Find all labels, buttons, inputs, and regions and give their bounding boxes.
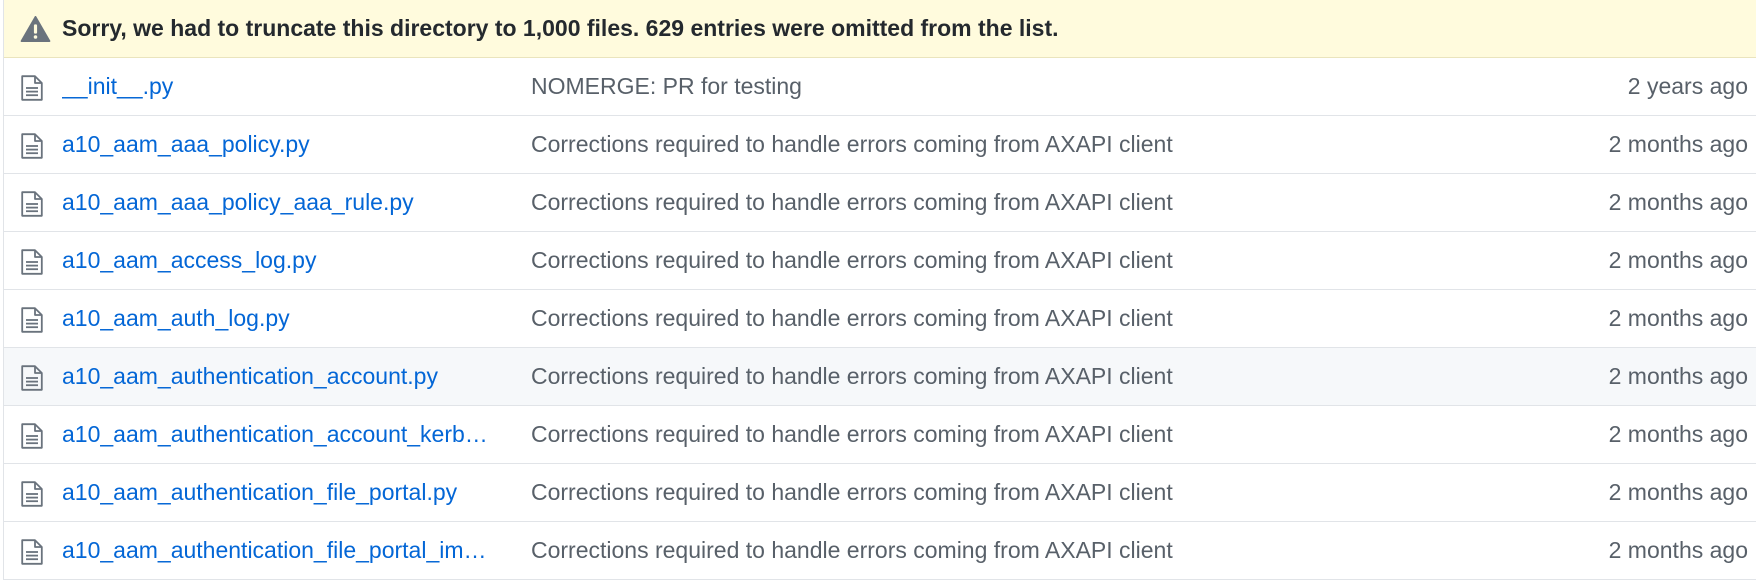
file-rows: __init__.py NOMERGE: PR for testing 2 ye… (4, 58, 1756, 580)
commit-message-link[interactable]: Corrections required to handle errors co… (531, 247, 1431, 274)
commit-message-link[interactable]: NOMERGE: PR for testing (531, 73, 1431, 100)
commit-age: 2 months ago (1608, 363, 1748, 389)
file-row[interactable]: a10_aam_access_log.py Corrections requir… (4, 232, 1756, 290)
commit-age: 2 months ago (1608, 189, 1748, 215)
truncation-notice: Sorry, we had to truncate this directory… (4, 0, 1756, 58)
file-icon (21, 423, 43, 449)
file-row[interactable]: a10_aam_authentication_file_portal_im… C… (4, 522, 1756, 580)
file-row[interactable]: a10_aam_authentication_account_kerb… Cor… (4, 406, 1756, 464)
file-row[interactable]: a10_aam_authentication_account.py Correc… (4, 348, 1756, 406)
commit-message-link[interactable]: Corrections required to handle errors co… (531, 363, 1431, 390)
file-icon (21, 539, 43, 565)
file-row[interactable]: a10_aam_auth_log.py Corrections required… (4, 290, 1756, 348)
file-icon (21, 481, 43, 507)
file-icon (21, 249, 43, 275)
file-name-link[interactable]: a10_aam_authentication_file_portal.py (62, 479, 510, 506)
file-name-link[interactable]: a10_aam_auth_log.py (62, 305, 510, 332)
commit-message-link[interactable]: Corrections required to handle errors co… (531, 131, 1431, 158)
file-name-link[interactable]: a10_aam_authentication_account.py (62, 363, 510, 390)
commit-age: 2 months ago (1608, 247, 1748, 273)
file-row[interactable]: a10_aam_authentication_file_portal.py Co… (4, 464, 1756, 522)
commit-age: 2 months ago (1608, 479, 1748, 505)
commit-age: 2 months ago (1608, 305, 1748, 331)
commit-message-link[interactable]: Corrections required to handle errors co… (531, 479, 1431, 506)
file-row[interactable]: a10_aam_aaa_policy.py Corrections requir… (4, 116, 1756, 174)
truncation-notice-text: Sorry, we had to truncate this directory… (62, 15, 1059, 41)
file-icon (21, 307, 43, 333)
file-name-link[interactable]: a10_aam_aaa_policy.py (62, 131, 510, 158)
commit-age: 2 months ago (1608, 537, 1748, 563)
alert-icon (20, 15, 51, 42)
commit-message-link[interactable]: Corrections required to handle errors co… (531, 305, 1431, 332)
file-icon (21, 133, 43, 159)
commit-age: 2 months ago (1608, 131, 1748, 157)
file-icon (21, 75, 43, 101)
file-row[interactable]: __init__.py NOMERGE: PR for testing 2 ye… (4, 58, 1756, 116)
file-name-link[interactable]: __init__.py (62, 73, 510, 100)
commit-age: 2 months ago (1608, 421, 1748, 447)
commit-age: 2 years ago (1627, 73, 1748, 99)
file-icon (21, 365, 43, 391)
file-list: Sorry, we had to truncate this directory… (3, 0, 1756, 580)
file-name-link[interactable]: a10_aam_aaa_policy_aaa_rule.py (62, 189, 510, 216)
commit-message-link[interactable]: Corrections required to handle errors co… (531, 421, 1431, 448)
file-name-link[interactable]: a10_aam_access_log.py (62, 247, 510, 274)
file-icon (21, 191, 43, 217)
file-name-link[interactable]: a10_aam_authentication_account_kerb… (62, 421, 510, 448)
commit-message-link[interactable]: Corrections required to handle errors co… (531, 189, 1431, 216)
file-row[interactable]: a10_aam_aaa_policy_aaa_rule.py Correctio… (4, 174, 1756, 232)
file-name-link[interactable]: a10_aam_authentication_file_portal_im… (62, 537, 510, 564)
commit-message-link[interactable]: Corrections required to handle errors co… (531, 537, 1431, 564)
